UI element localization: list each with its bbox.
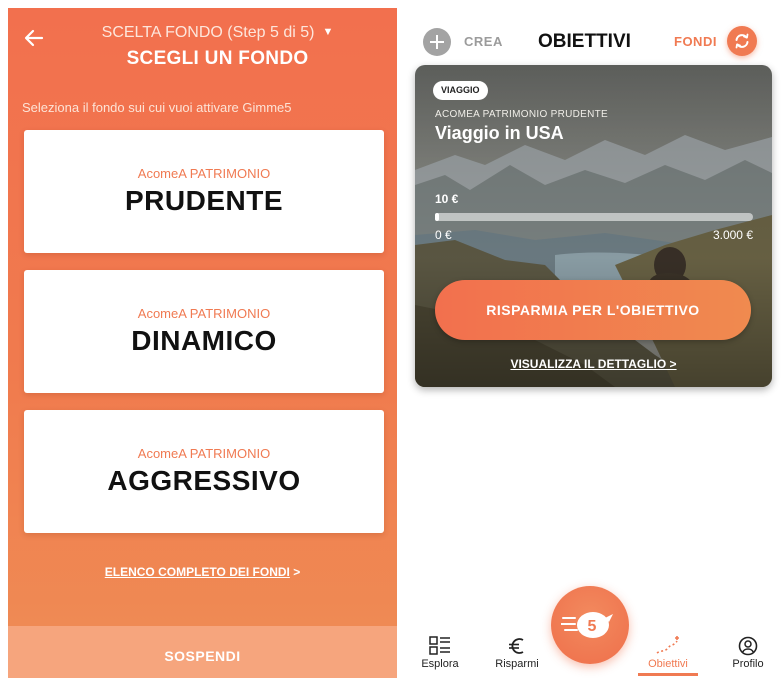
fund-selection-screen: SCELTA FONDO (Step 5 di 5) ▼ SCEGLI UN FO… xyxy=(8,8,397,678)
progress-min-label: 0 € xyxy=(435,228,452,242)
nav-esplora[interactable]: Esplora xyxy=(410,636,470,670)
fund-name: PRUDENTE xyxy=(124,185,283,216)
nav-label: Obiettivi xyxy=(648,658,688,670)
euro-icon xyxy=(509,638,524,654)
nav-obiettivi[interactable]: Obiettivi xyxy=(638,636,698,676)
fund-category: AcomeA PATRIMONIO xyxy=(137,306,271,321)
suspend-button[interactable]: SOSPENDI xyxy=(8,626,397,678)
gimme5-center-button[interactable]: 5 xyxy=(551,586,629,664)
grid-list-icon xyxy=(429,636,450,655)
goal-card[interactable]: VIAGGIO ACOMEA PATRIMONIO PRUDENTE Viagg… xyxy=(415,65,772,387)
active-tab-indicator xyxy=(638,673,698,676)
nav-label: Risparmi xyxy=(495,658,539,670)
fund-category: AcomeA PATRIMONIO xyxy=(137,446,271,461)
fund-label: ACOMEA PATRIMONIO PRUDENTE xyxy=(435,109,608,120)
full-fund-list-link[interactable]: ELENCO COMPLETO DEI FONDI > xyxy=(8,565,397,579)
create-button[interactable]: CREA xyxy=(464,34,503,49)
fund-name: AGGRESSIVO xyxy=(107,465,301,496)
step-title-text: SCELTA FONDO (Step 5 di 5) xyxy=(101,24,315,41)
fund-card-prudente[interactable]: AcomeA PATRIMONIO PRUDENTE xyxy=(24,130,384,253)
subtitle: Seleziona il fondo sui cui vuoi attivare… xyxy=(22,100,292,115)
path-flag-icon xyxy=(656,636,679,654)
nav-risparmi[interactable]: Risparmi xyxy=(487,636,547,670)
refresh-icon[interactable] xyxy=(727,26,757,56)
nav-profilo[interactable]: Profilo xyxy=(718,636,778,670)
step-title[interactable]: SCELTA FONDO (Step 5 di 5) ▼ xyxy=(8,24,397,42)
nav-label: Profilo xyxy=(732,658,764,670)
goal-name: Viaggio in USA xyxy=(435,123,564,143)
current-amount: 10 € xyxy=(435,192,459,206)
goals-screen: CREA OBIETTIVI FONDI VIAGGIO ACOMEA PATR… xyxy=(405,8,783,683)
view-detail-link[interactable]: VISUALIZZA IL DETTAGLIO > xyxy=(415,357,772,371)
progress-fill xyxy=(435,213,439,221)
funds-button[interactable]: FONDI xyxy=(674,34,717,49)
fund-card-aggressivo[interactable]: AcomeA PATRIMONIO AGGRESSIVO xyxy=(24,410,384,533)
center-number: 5 xyxy=(588,618,597,635)
page-title: OBIETTIVI xyxy=(538,31,631,52)
fund-name: DINAMICO xyxy=(131,325,277,356)
plus-icon[interactable] xyxy=(423,28,451,56)
caret-down-icon: ▼ xyxy=(322,26,334,38)
fund-category: AcomeA PATRIMONIO xyxy=(137,166,271,181)
piggy-bank-5-icon: 5 xyxy=(561,612,613,638)
page-title: SCEGLI UN FONDO xyxy=(126,48,309,69)
progress-max-label: 3.000 € xyxy=(712,228,753,242)
fund-card-dinamico[interactable]: AcomeA PATRIMONIO DINAMICO xyxy=(24,270,384,393)
progress-bar xyxy=(435,213,753,221)
profile-icon xyxy=(738,636,758,656)
full-fund-list-text: ELENCO COMPLETO DEI FONDI xyxy=(104,565,290,579)
chevron-right-icon: > xyxy=(293,565,301,579)
save-for-goal-button[interactable]: RISPARMIA PER L'OBIETTIVO xyxy=(435,280,751,340)
nav-label: Esplora xyxy=(421,658,459,670)
category-tag: VIAGGIO xyxy=(433,81,488,100)
